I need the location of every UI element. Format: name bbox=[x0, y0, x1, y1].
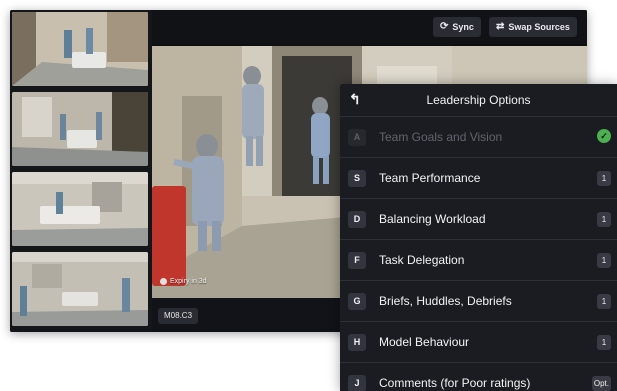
leadership-options-panel: ↰ Leadership Options A Team Goals and Vi… bbox=[340, 84, 617, 391]
option-label: Briefs, Huddles, Debriefs bbox=[379, 294, 512, 308]
shortcut-key: F bbox=[348, 252, 366, 269]
sync-button[interactable]: ⟳ Sync bbox=[433, 17, 481, 37]
option-badge: 1 bbox=[597, 171, 611, 186]
checkmark-icon: ✓ bbox=[597, 129, 611, 143]
option-label: Task Delegation bbox=[379, 253, 465, 267]
option-model-behaviour[interactable]: H Model Behaviour 1 bbox=[340, 321, 617, 362]
option-badge: Opt. bbox=[591, 376, 611, 391]
shortcut-key: S bbox=[348, 170, 366, 187]
camera-thumbnail[interactable] bbox=[12, 172, 148, 246]
option-badge: 1 bbox=[597, 335, 611, 350]
option-team-goals-and-vision[interactable]: A Team Goals and Vision ✓ bbox=[340, 116, 617, 157]
option-badge: 1 bbox=[597, 294, 611, 309]
option-label: Balancing Workload bbox=[379, 212, 486, 226]
panel-title: Leadership Options bbox=[426, 93, 531, 107]
expiry-text: Expiry in 3d bbox=[170, 278, 207, 285]
viewer-toolbar: ⟳ Sync ⇄ Swap Sources bbox=[152, 10, 587, 44]
option-label: Team Performance bbox=[379, 171, 481, 185]
sync-icon: ⟳ bbox=[440, 21, 449, 32]
option-label: Model Behaviour bbox=[379, 335, 470, 349]
option-comments[interactable]: J Comments (for Poor ratings) Opt. bbox=[340, 362, 617, 391]
shortcut-key: H bbox=[348, 334, 366, 351]
shortcut-key: D bbox=[348, 211, 366, 228]
option-label: Team Goals and Vision bbox=[379, 130, 503, 144]
option-badge: 1 bbox=[597, 253, 611, 268]
option-balancing-workload[interactable]: D Balancing Workload 1 bbox=[340, 198, 617, 239]
camera-label: M08.C3 bbox=[158, 308, 199, 324]
option-task-delegation[interactable]: F Task Delegation 1 bbox=[340, 239, 617, 280]
option-briefs-huddles-debriefs[interactable]: G Briefs, Huddles, Debriefs 1 bbox=[340, 280, 617, 321]
option-badge: 1 bbox=[597, 212, 611, 227]
sync-label: Sync bbox=[452, 22, 474, 32]
option-label: Comments (for Poor ratings) bbox=[379, 376, 531, 390]
swap-sources-label: Swap Sources bbox=[508, 22, 570, 32]
clock-icon bbox=[160, 278, 167, 285]
shortcut-key: A bbox=[348, 129, 366, 146]
camera-thumbnail[interactable] bbox=[12, 12, 148, 86]
expiry-notice: Expiry in 3d bbox=[160, 278, 207, 285]
panel-header: ↰ Leadership Options bbox=[340, 84, 617, 116]
swap-icon: ⇄ bbox=[496, 21, 505, 32]
option-team-performance[interactable]: S Team Performance 1 bbox=[340, 157, 617, 198]
shortcut-key: G bbox=[348, 293, 366, 310]
swap-sources-button[interactable]: ⇄ Swap Sources bbox=[489, 17, 577, 37]
shortcut-key: J bbox=[348, 375, 366, 391]
camera-thumbnail[interactable] bbox=[12, 252, 148, 326]
camera-thumbnail[interactable] bbox=[12, 92, 148, 166]
camera-thumbnail-list bbox=[10, 10, 152, 332]
